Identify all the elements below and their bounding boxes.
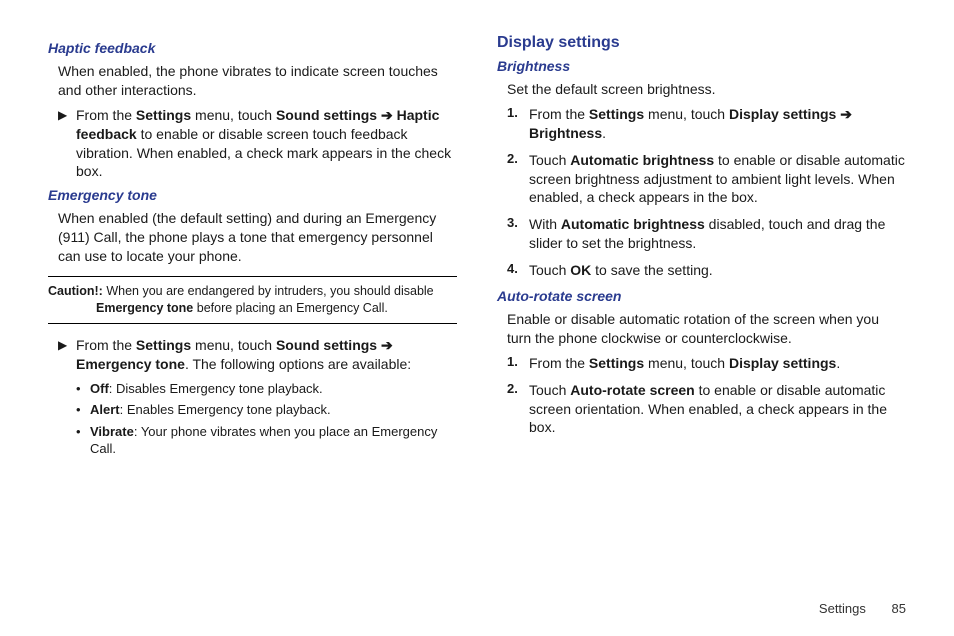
brightness-step-2: Touch Automatic brightness to enable or … <box>529 151 906 208</box>
auto-rotate-heading: Auto-rotate screen <box>497 288 906 304</box>
list-item: •Alert: Enables Emergency tone playback. <box>76 401 457 419</box>
emergency-tone-intro: When enabled (the default setting) and d… <box>58 209 457 266</box>
list-item: 1.From the Settings menu, touch Display … <box>507 105 906 143</box>
caution-box: Caution!: When you are endangered by int… <box>48 276 457 324</box>
list-item: •Off: Disables Emergency tone playback. <box>76 380 457 398</box>
brightness-step-4: Touch OK to save the setting. <box>529 261 713 280</box>
brightness-intro: Set the default screen brightness. <box>507 80 906 99</box>
brightness-steps: 1.From the Settings menu, touch Display … <box>507 105 906 280</box>
list-item: 3.With Automatic brightness disabled, to… <box>507 215 906 253</box>
list-item: 2.Touch Automatic brightness to enable o… <box>507 151 906 208</box>
emergency-option-vibrate: Vibrate: Your phone vibrates when you pl… <box>90 423 457 458</box>
right-column: Display settings Brightness Set the defa… <box>497 34 906 462</box>
auto-rotate-step-1: From the Settings menu, touch Display se… <box>529 354 840 373</box>
left-column: Haptic feedback When enabled, the phone … <box>48 34 457 462</box>
auto-rotate-intro: Enable or disable automatic rotation of … <box>507 310 906 348</box>
auto-rotate-step-2: Touch Auto-rotate screen to enable or di… <box>529 381 906 438</box>
list-item: •Vibrate: Your phone vibrates when you p… <box>76 423 457 458</box>
auto-rotate-steps: 1.From the Settings menu, touch Display … <box>507 354 906 438</box>
list-item: 1.From the Settings menu, touch Display … <box>507 354 906 373</box>
two-column-layout: Haptic feedback When enabled, the phone … <box>48 34 906 462</box>
footer-page-number: 85 <box>892 601 906 616</box>
emergency-tone-options: •Off: Disables Emergency tone playback. … <box>76 380 457 458</box>
haptic-feedback-heading: Haptic feedback <box>48 40 457 56</box>
brightness-step-3: With Automatic brightness disabled, touc… <box>529 215 906 253</box>
emergency-tone-heading: Emergency tone <box>48 187 457 203</box>
emergency-option-off: Off: Disables Emergency tone playback. <box>90 380 323 398</box>
triangle-bullet-icon: ▶ <box>58 106 76 182</box>
emergency-tone-step: ▶ From the Settings menu, touch Sound se… <box>58 336 457 374</box>
list-item: 4.Touch OK to save the setting. <box>507 261 906 280</box>
emergency-option-alert: Alert: Enables Emergency tone playback. <box>90 401 331 419</box>
footer-section: Settings <box>819 601 866 616</box>
haptic-feedback-step: ▶ From the Settings menu, touch Sound se… <box>58 106 457 182</box>
emergency-tone-step-text: From the Settings menu, touch Sound sett… <box>76 336 457 374</box>
triangle-bullet-icon: ▶ <box>58 336 76 374</box>
brightness-heading: Brightness <box>497 58 906 74</box>
haptic-feedback-intro: When enabled, the phone vibrates to indi… <box>58 62 457 100</box>
haptic-feedback-step-text: From the Settings menu, touch Sound sett… <box>76 106 457 182</box>
list-item: 2.Touch Auto-rotate screen to enable or … <box>507 381 906 438</box>
page-footer: Settings 85 <box>819 601 906 616</box>
brightness-step-1: From the Settings menu, touch Display se… <box>529 105 906 143</box>
display-settings-heading: Display settings <box>497 34 906 52</box>
